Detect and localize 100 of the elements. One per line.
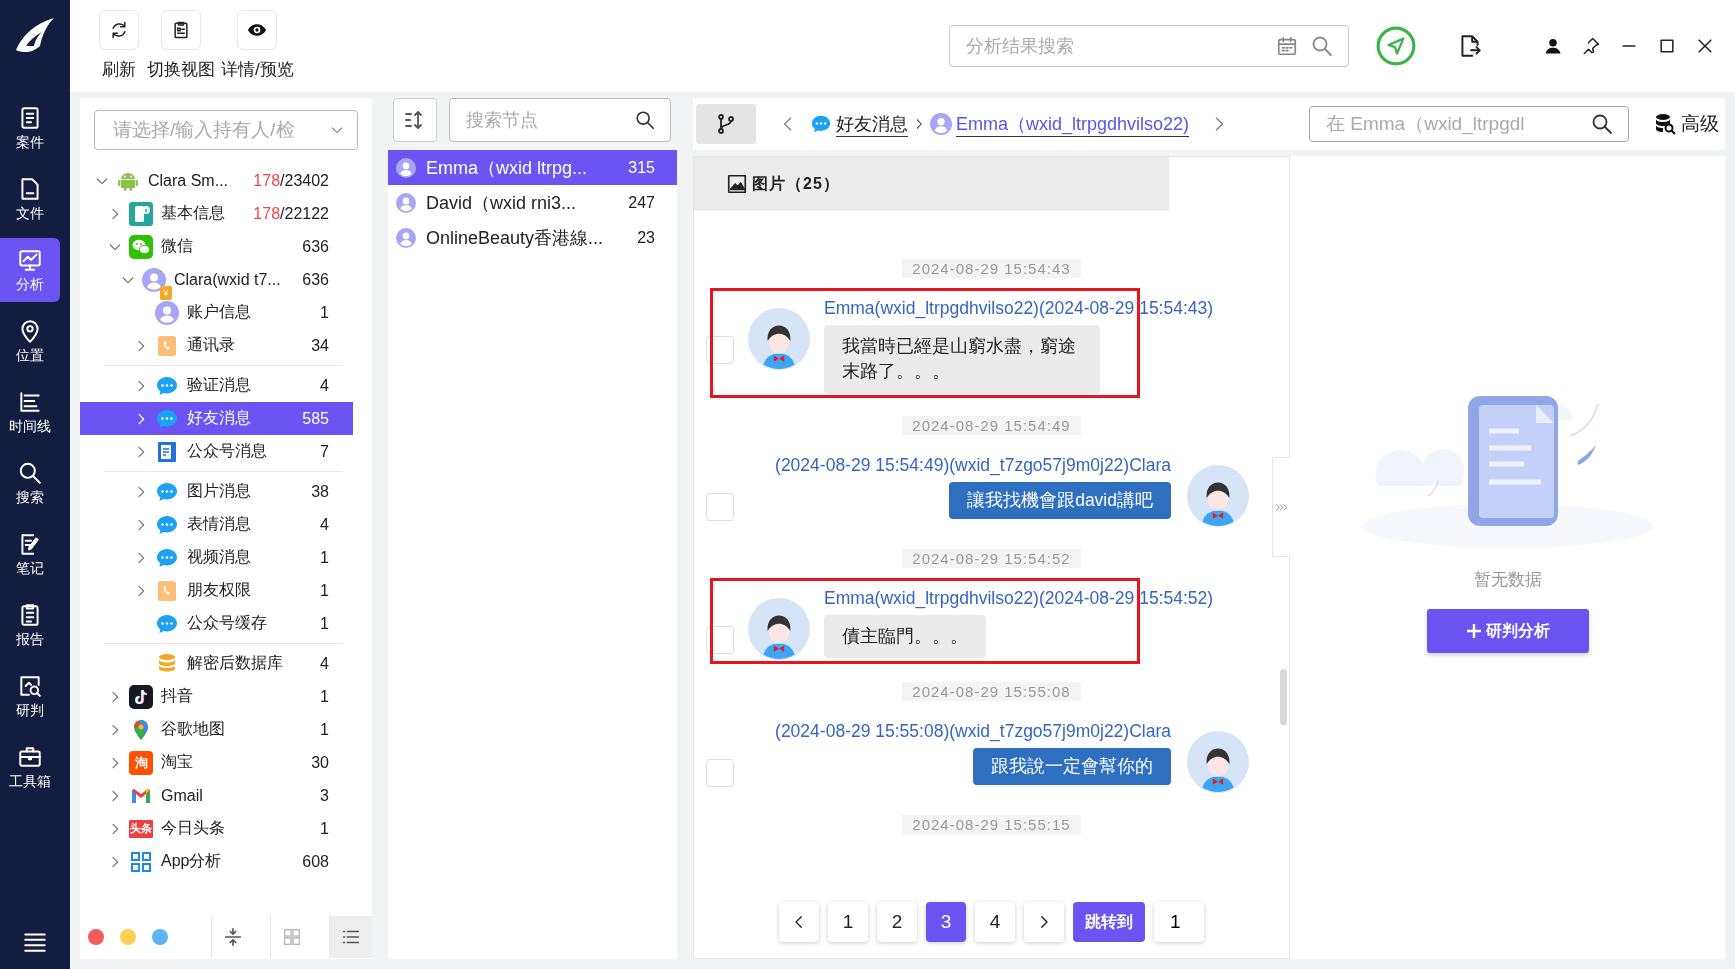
nav-item[interactable]: 报告 [0,593,60,657]
checkbox[interactable] [706,492,734,521]
contact-item[interactable]: OnlineBeauty香港線... 23 [388,220,677,255]
tree-label: App分析 [161,851,223,871]
calendar-icon[interactable] [1276,35,1298,57]
color-dot[interactable] [88,929,104,945]
page-input[interactable]: 1 [1154,902,1204,942]
expand-handle[interactable] [1272,457,1290,557]
item-count: 4 [320,515,329,534]
tree-item[interactable]: 公众号消息 7 [80,435,353,468]
nav-item[interactable]: 搜索 [0,451,60,515]
tree-item[interactable]: 通讯录 34 [80,329,353,362]
avatar [1187,730,1249,793]
tree-label: 验证消息 [187,375,252,395]
nav-item[interactable]: 分析 [0,238,60,302]
tree-item[interactable]: Clara Sm... 178/23402 [80,164,353,197]
breadcrumb-link[interactable]: Emma（wxid_ltrpgdhvilso22) [956,111,1190,137]
user-icon [930,113,952,135]
tree-item[interactable]: 解密后数据库 4 [80,647,353,680]
tree-item[interactable]: App分析 608 [80,845,353,878]
tree-item[interactable]: 好友消息 585 [80,402,353,435]
contact-item[interactable]: David（wxid rni3... 247 [388,185,677,220]
app-logo: 淘 [129,750,153,775]
tree-item[interactable]: 抖音 1 [80,680,353,713]
scrollbar-thumb[interactable] [1280,669,1287,725]
toolbar-button[interactable]: 切换视图 [147,10,215,81]
nav-item[interactable]: 工具箱 [0,735,60,799]
avatar [748,597,810,660]
nav-item[interactable]: 案件 [0,96,60,160]
user-icon [142,267,166,292]
color-dot[interactable] [120,929,136,945]
tree-item[interactable]: 基本信息 178/22122 [80,197,353,230]
branch-button[interactable] [696,104,756,144]
chat-bubbles-icon [129,234,153,259]
page-button[interactable]: 1 [828,902,868,942]
search-icon[interactable] [634,109,656,131]
tree-item[interactable]: 公众号缓存 1 [80,607,353,640]
checkbox[interactable] [706,758,734,787]
tree-label: 通讯录 [187,335,236,355]
nav-item[interactable]: 位置 [0,309,60,373]
tree-label: Clara Sm... [148,171,229,190]
user-icon[interactable] [1543,36,1563,56]
phone-icon [129,201,153,226]
phone-book-icon [155,333,179,358]
search-field[interactable]: 分析结果搜索 [949,25,1349,67]
previous-page-button[interactable] [779,902,819,942]
page-button[interactable]: 4 [975,902,1015,942]
timestamp: 2024-08-29 15:55:15 [902,814,1081,834]
tree-item[interactable]: 验证消息 4 [80,369,353,402]
tree-item[interactable]: 微信 636 [80,230,353,263]
analyze-button[interactable]: 研判分析 [1426,609,1589,653]
search-input[interactable]: 分析结果搜索 [964,34,1264,58]
search-icon[interactable] [1590,112,1614,136]
timestamp: 2024-08-29 15:54:49 [902,415,1081,435]
toolbar-button[interactable]: 详情/预览 [221,10,294,81]
nav-item[interactable]: 时间线 [0,380,60,444]
checkbox[interactable] [706,336,734,364]
breadcrumb-link[interactable]: 好友消息 [836,111,908,137]
next-page-button[interactable] [1024,902,1064,942]
pin-icon[interactable] [1581,36,1601,56]
holder-input[interactable]: 请选择/输入持有人/检 [111,118,323,142]
tree-item[interactable]: 头条 今日头条 1 [80,812,353,845]
contact-item[interactable]: Emma（wxid ltrpg... 315 [388,150,677,185]
nav-item[interactable]: 笔记 [0,522,60,586]
color-dot[interactable] [152,929,168,945]
list-icon[interactable] [329,916,372,958]
page-button[interactable]: 3 [926,902,966,942]
tree-item[interactable]: 表情消息 4 [80,508,353,541]
tree-item[interactable]: 视频消息 1 [80,541,353,574]
item-count: 4 [320,376,329,395]
item-count: 1 [320,303,329,322]
user-icon [155,300,179,325]
search-field[interactable]: 搜索节点 [449,98,671,142]
tab[interactable]: 图片（25） [726,173,840,195]
nav-item[interactable]: 文件 [0,167,60,231]
jump-button[interactable]: 跳转到 [1073,902,1145,942]
advanced-search-button[interactable]: 高级 [1653,111,1719,137]
tree-item[interactable]: Gmail 3 [80,779,353,812]
tree-item[interactable]: 谷歌地图 1 [80,713,353,746]
nav-item[interactable]: 研判 [0,664,60,728]
message-header: (2024-08-29 15:54:49)(wxid_t7zgo57j9m0j22)Clara [775,454,1171,476]
toolbar-button[interactable]: 刷新 [97,10,141,81]
refresh-icon [99,10,139,50]
tree-item[interactable]: 淘 淘宝 30 [80,746,353,779]
send-icon[interactable] [1375,25,1417,67]
user-icon [396,192,416,213]
tree-item[interactable]: 图片消息 38 [80,475,353,508]
checkbox[interactable] [706,625,734,654]
search-field[interactable]: 在 Emma（wxid_ltrpgdl [1309,106,1629,142]
tree-item[interactable]: 朋友权限 1 [80,574,353,607]
database-search-icon [1653,112,1677,136]
clipboard-icon [161,10,201,50]
empty-message: 暂无数据 [1473,569,1542,591]
search-input[interactable]: 在 Emma（wxid_ltrpgdl [1324,112,1590,136]
image-icon [726,173,748,195]
page-button[interactable]: 2 [877,902,917,942]
maximize-icon[interactable] [1657,36,1677,56]
tree-label: Clara(wxid t7... [174,270,282,289]
holder-select[interactable]: 请选择/输入持有人/检 [94,110,358,150]
sort-button[interactable] [393,98,437,142]
